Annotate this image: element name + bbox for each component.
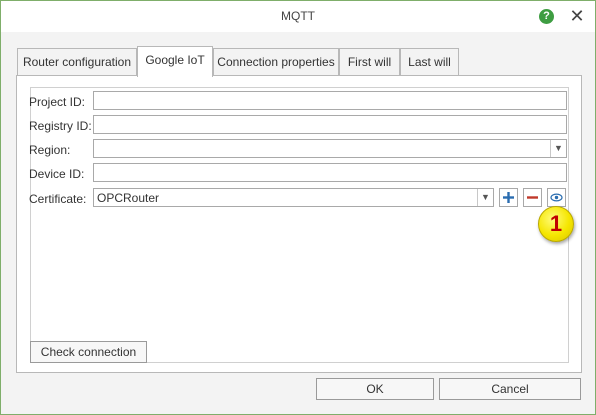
minus-icon <box>527 196 538 199</box>
project-id-label: Project ID: <box>29 95 86 109</box>
eye-icon <box>550 193 563 202</box>
region-label: Region: <box>29 143 71 157</box>
device-id-label: Device ID: <box>29 167 85 181</box>
view-certificate-button[interactable] <box>547 188 566 207</box>
plus-icon <box>503 192 514 203</box>
chevron-down-icon[interactable]: ▼ <box>477 189 493 206</box>
help-icon[interactable]: ? <box>539 9 554 24</box>
region-select[interactable]: ▼ <box>93 139 567 158</box>
device-id-input[interactable] <box>93 163 567 182</box>
chevron-down-icon[interactable]: ▼ <box>550 140 566 157</box>
tab-first-will[interactable]: First will <box>339 48 400 76</box>
tab-router-configuration[interactable]: Router configuration <box>17 48 137 76</box>
tab-panel-google-iot: Project ID: Registry ID: Region: ▼ Devic… <box>16 75 582 373</box>
add-certificate-button[interactable] <box>499 188 518 207</box>
registry-id-label: Registry ID: <box>29 119 92 133</box>
window-title: MQTT <box>281 9 315 23</box>
ok-button[interactable]: OK <box>316 378 434 400</box>
project-id-input[interactable] <box>93 91 567 110</box>
tab-connection-properties[interactable]: Connection properties <box>213 48 339 76</box>
cancel-button[interactable]: Cancel <box>439 378 581 400</box>
title-bar: MQTT ? ✕ <box>1 1 595 32</box>
callout-badge: 1 <box>538 206 574 242</box>
certificate-label: Certificate: <box>29 192 87 206</box>
tab-last-will[interactable]: Last will <box>400 48 459 76</box>
tab-google-iot[interactable]: Google IoT <box>137 46 213 77</box>
certificate-select[interactable]: OPCRouter ▼ <box>93 188 494 207</box>
mqtt-dialog: MQTT ? ✕ Router configuration Google IoT… <box>0 0 596 415</box>
close-icon[interactable]: ✕ <box>567 6 587 26</box>
check-connection-button[interactable]: Check connection <box>30 341 147 363</box>
certificate-value: OPCRouter <box>97 191 160 205</box>
remove-certificate-button[interactable] <box>523 188 542 207</box>
registry-id-input[interactable] <box>93 115 567 134</box>
